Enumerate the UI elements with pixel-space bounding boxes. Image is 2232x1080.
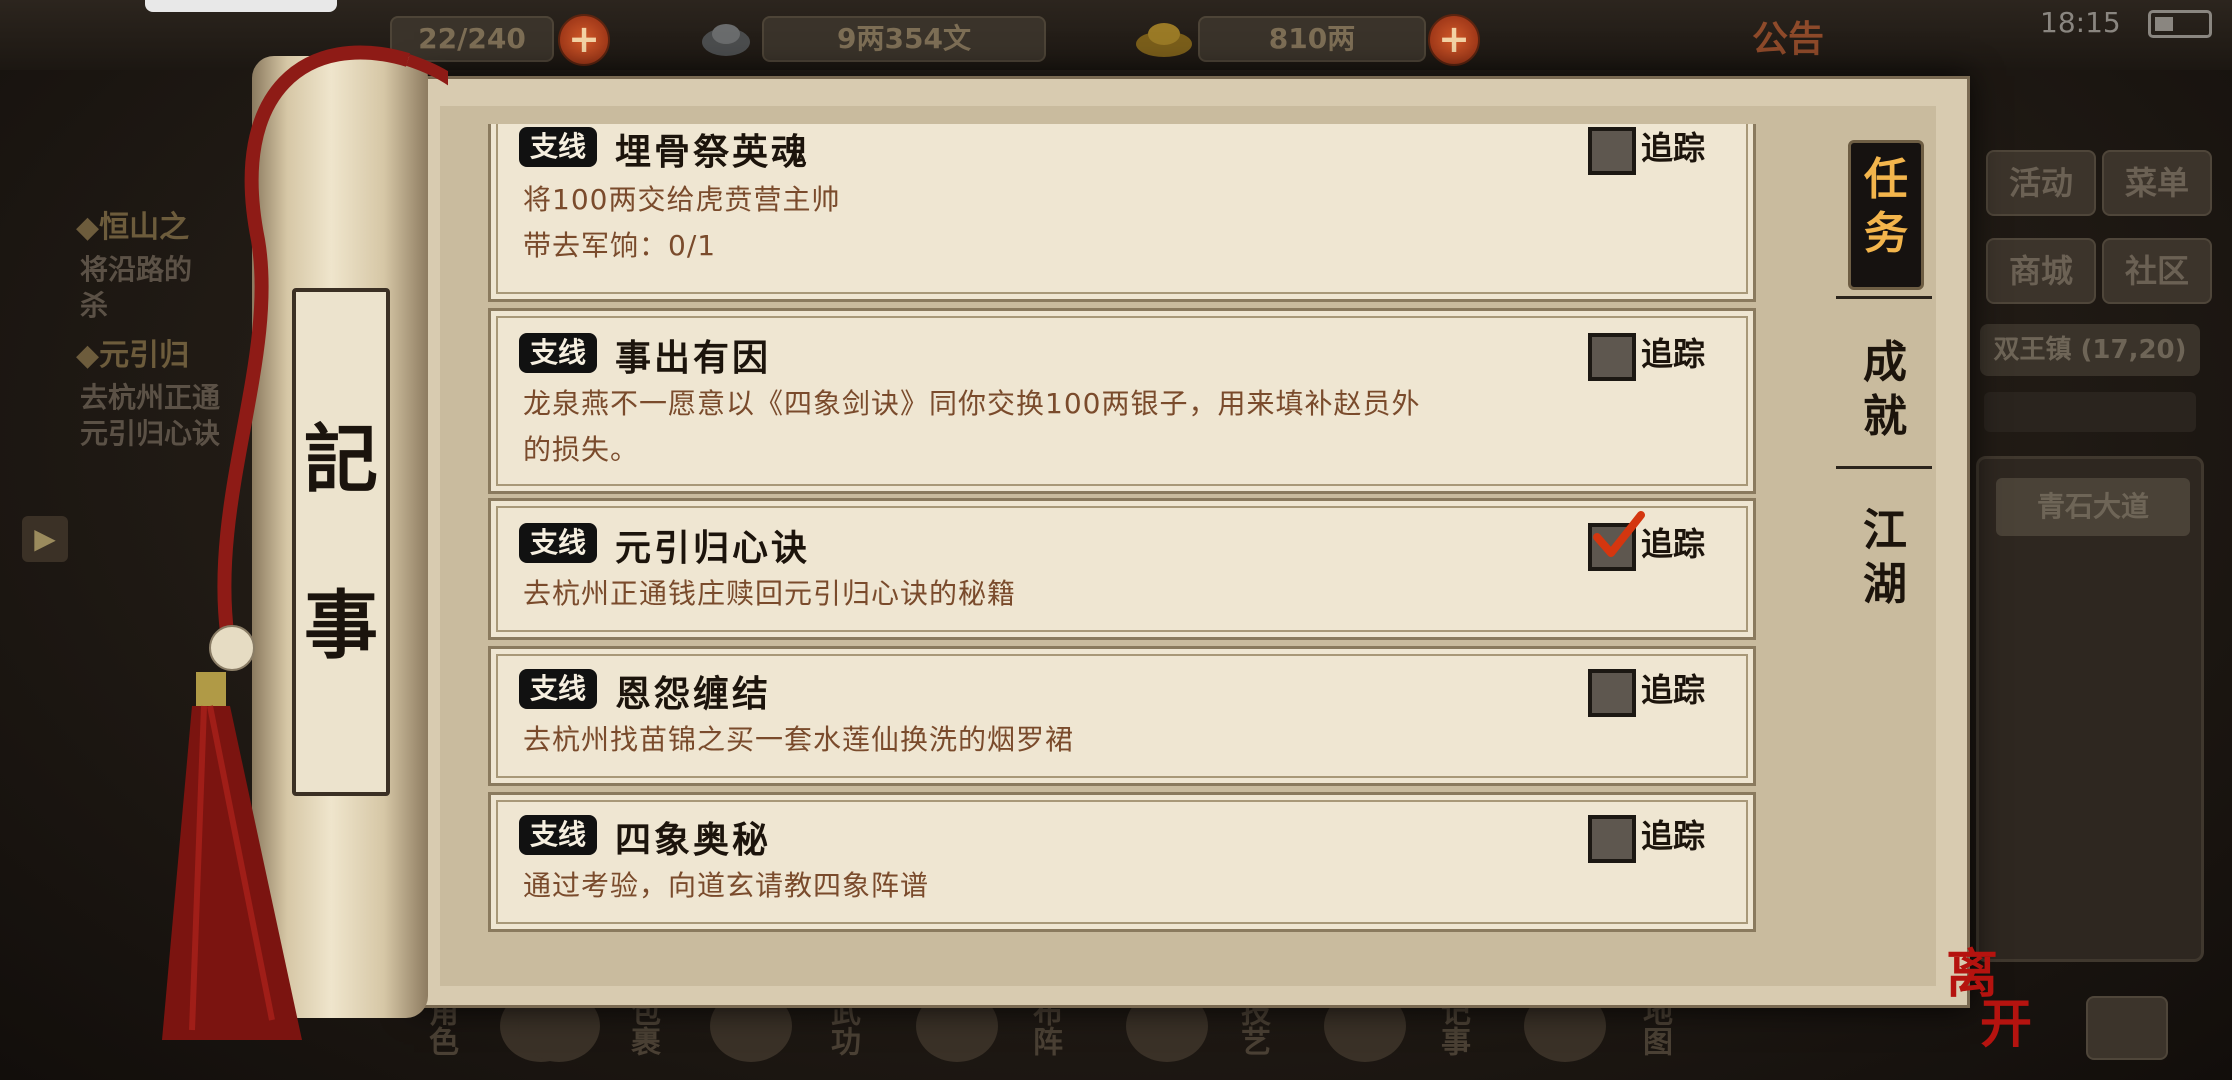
tab-tasks-char-2: 务 — [1864, 208, 1908, 259]
tracker-quest-desc-1b: 杀 — [80, 289, 109, 322]
quest-card[interactable]: 支线 元引归心诀 去杭州正通钱庄赎回元引归心诀的秘籍 追踪 — [488, 498, 1756, 640]
quest-card[interactable]: 支线 四象奥秘 通过考验，向道玄请教四象阵谱 追踪 — [488, 792, 1756, 932]
journal-tabs: 任 务 成 就 江 湖 — [1800, 130, 1940, 650]
track-checkbox[interactable] — [1588, 333, 1636, 381]
side-quest-badge: 支线 — [519, 333, 597, 373]
bottom-right-button[interactable] — [2086, 996, 2168, 1060]
quest-title: 事出有因 — [615, 338, 772, 379]
tab-tasks-char-1: 任 — [1864, 154, 1908, 205]
quest-title: 埋骨祭英魂 — [615, 132, 811, 173]
side-quest-badge: 支线 — [519, 127, 597, 167]
track-label: 追踪 — [1641, 335, 1706, 373]
quest-desc: 通过考验，向道玄请教四象阵谱 — [523, 869, 930, 902]
tab-achievements-char-1: 成 — [1863, 337, 1907, 388]
community-button[interactable]: 社区 — [2102, 238, 2212, 304]
quest-desc: 将100两交给虎贲营主帅 — [523, 183, 841, 216]
quest-card[interactable]: 支线 埋骨祭英魂 将100两交给虎贲营主帅 带去军饷：0/1 追踪 — [488, 124, 1756, 302]
side-quest-badge: 支线 — [519, 815, 597, 855]
quest-title: 元引归心诀 — [615, 528, 811, 569]
tab-tasks[interactable]: 任 务 — [1848, 140, 1924, 290]
silver-amount: 9两354文 — [762, 16, 1046, 62]
tab-achievements-char-2: 就 — [1863, 391, 1907, 442]
gold-amount: 810两 — [1198, 16, 1426, 62]
tab-divider — [1836, 296, 1932, 299]
clock: 18:15 — [2040, 6, 2121, 39]
quest-desc: 去杭州正通钱庄赎回元引归心诀的秘籍 — [523, 577, 1017, 610]
quest-card[interactable]: 支线 恩怨缠结 去杭州找苗锦之买一套水莲仙换洗的烟罗裙 追踪 — [488, 646, 1756, 786]
side-quest-badge: 支线 — [519, 669, 597, 709]
town-location: 双王镇 (17,20) — [1980, 324, 2200, 376]
expand-arrow-icon[interactable]: ▶ — [22, 516, 68, 562]
tab-jianghu[interactable]: 江 湖 — [1850, 504, 1920, 612]
quest-list[interactable]: 支线 埋骨祭英魂 将100两交给虎贲营主帅 带去军饷：0/1 追踪 支线 事出有… — [484, 124, 1756, 938]
checkmark-icon — [1593, 511, 1645, 557]
quest-card[interactable]: 支线 事出有因 龙泉燕不一愿意以《四象剑诀》同你交换100两银子，用来填补赵员外… — [488, 308, 1756, 494]
activity-button[interactable]: 活动 — [1986, 150, 2096, 216]
system-home-indicator — [145, 0, 337, 12]
track-label: 追踪 — [1641, 671, 1706, 709]
current-place[interactable]: 青石大道 — [1996, 478, 2190, 536]
notice-button[interactable]: 公告 — [1752, 10, 1824, 62]
menu-button[interactable]: 菜单 — [2102, 150, 2212, 216]
track-label: 追踪 — [1641, 817, 1706, 855]
battery-icon — [2148, 10, 2212, 38]
tab-achievements[interactable]: 成 就 — [1850, 336, 1920, 444]
track-label: 追踪 — [1641, 525, 1706, 563]
leave-button[interactable]: 离 开 — [1946, 944, 2033, 1055]
quest-progress: 带去军饷：0/1 — [523, 229, 717, 262]
leave-char-2: 开 — [1980, 994, 2033, 1055]
compass-bar — [1984, 392, 2196, 432]
track-label: 追踪 — [1641, 129, 1706, 167]
tassel-icon — [162, 672, 302, 1040]
quest-desc: 去杭州找苗锦之买一套水莲仙换洗的烟罗裙 — [523, 723, 1075, 756]
tab-jianghu-char-1: 江 — [1863, 505, 1907, 556]
silver-icon — [700, 14, 752, 60]
leave-char-1: 离 — [1946, 944, 1999, 1005]
add-bag-button[interactable]: + — [558, 14, 610, 66]
tab-divider — [1836, 466, 1932, 469]
track-checkbox[interactable] — [1588, 669, 1636, 717]
gold-icon — [1134, 14, 1194, 60]
quest-title: 恩怨缠结 — [615, 674, 772, 715]
side-quest-badge: 支线 — [519, 523, 597, 563]
quest-desc-cont: 的损失。 — [523, 433, 640, 466]
add-gold-button[interactable]: + — [1428, 14, 1480, 66]
track-checkbox[interactable] — [1588, 127, 1636, 175]
quest-title: 四象奥秘 — [615, 820, 772, 861]
tab-jianghu-char-2: 湖 — [1863, 559, 1907, 610]
track-checkbox[interactable] — [1588, 815, 1636, 863]
quest-desc: 龙泉燕不一愿意以《四象剑诀》同你交换100两银子，用来填补赵员外 — [523, 387, 1421, 420]
shop-button[interactable]: 商城 — [1986, 238, 2096, 304]
